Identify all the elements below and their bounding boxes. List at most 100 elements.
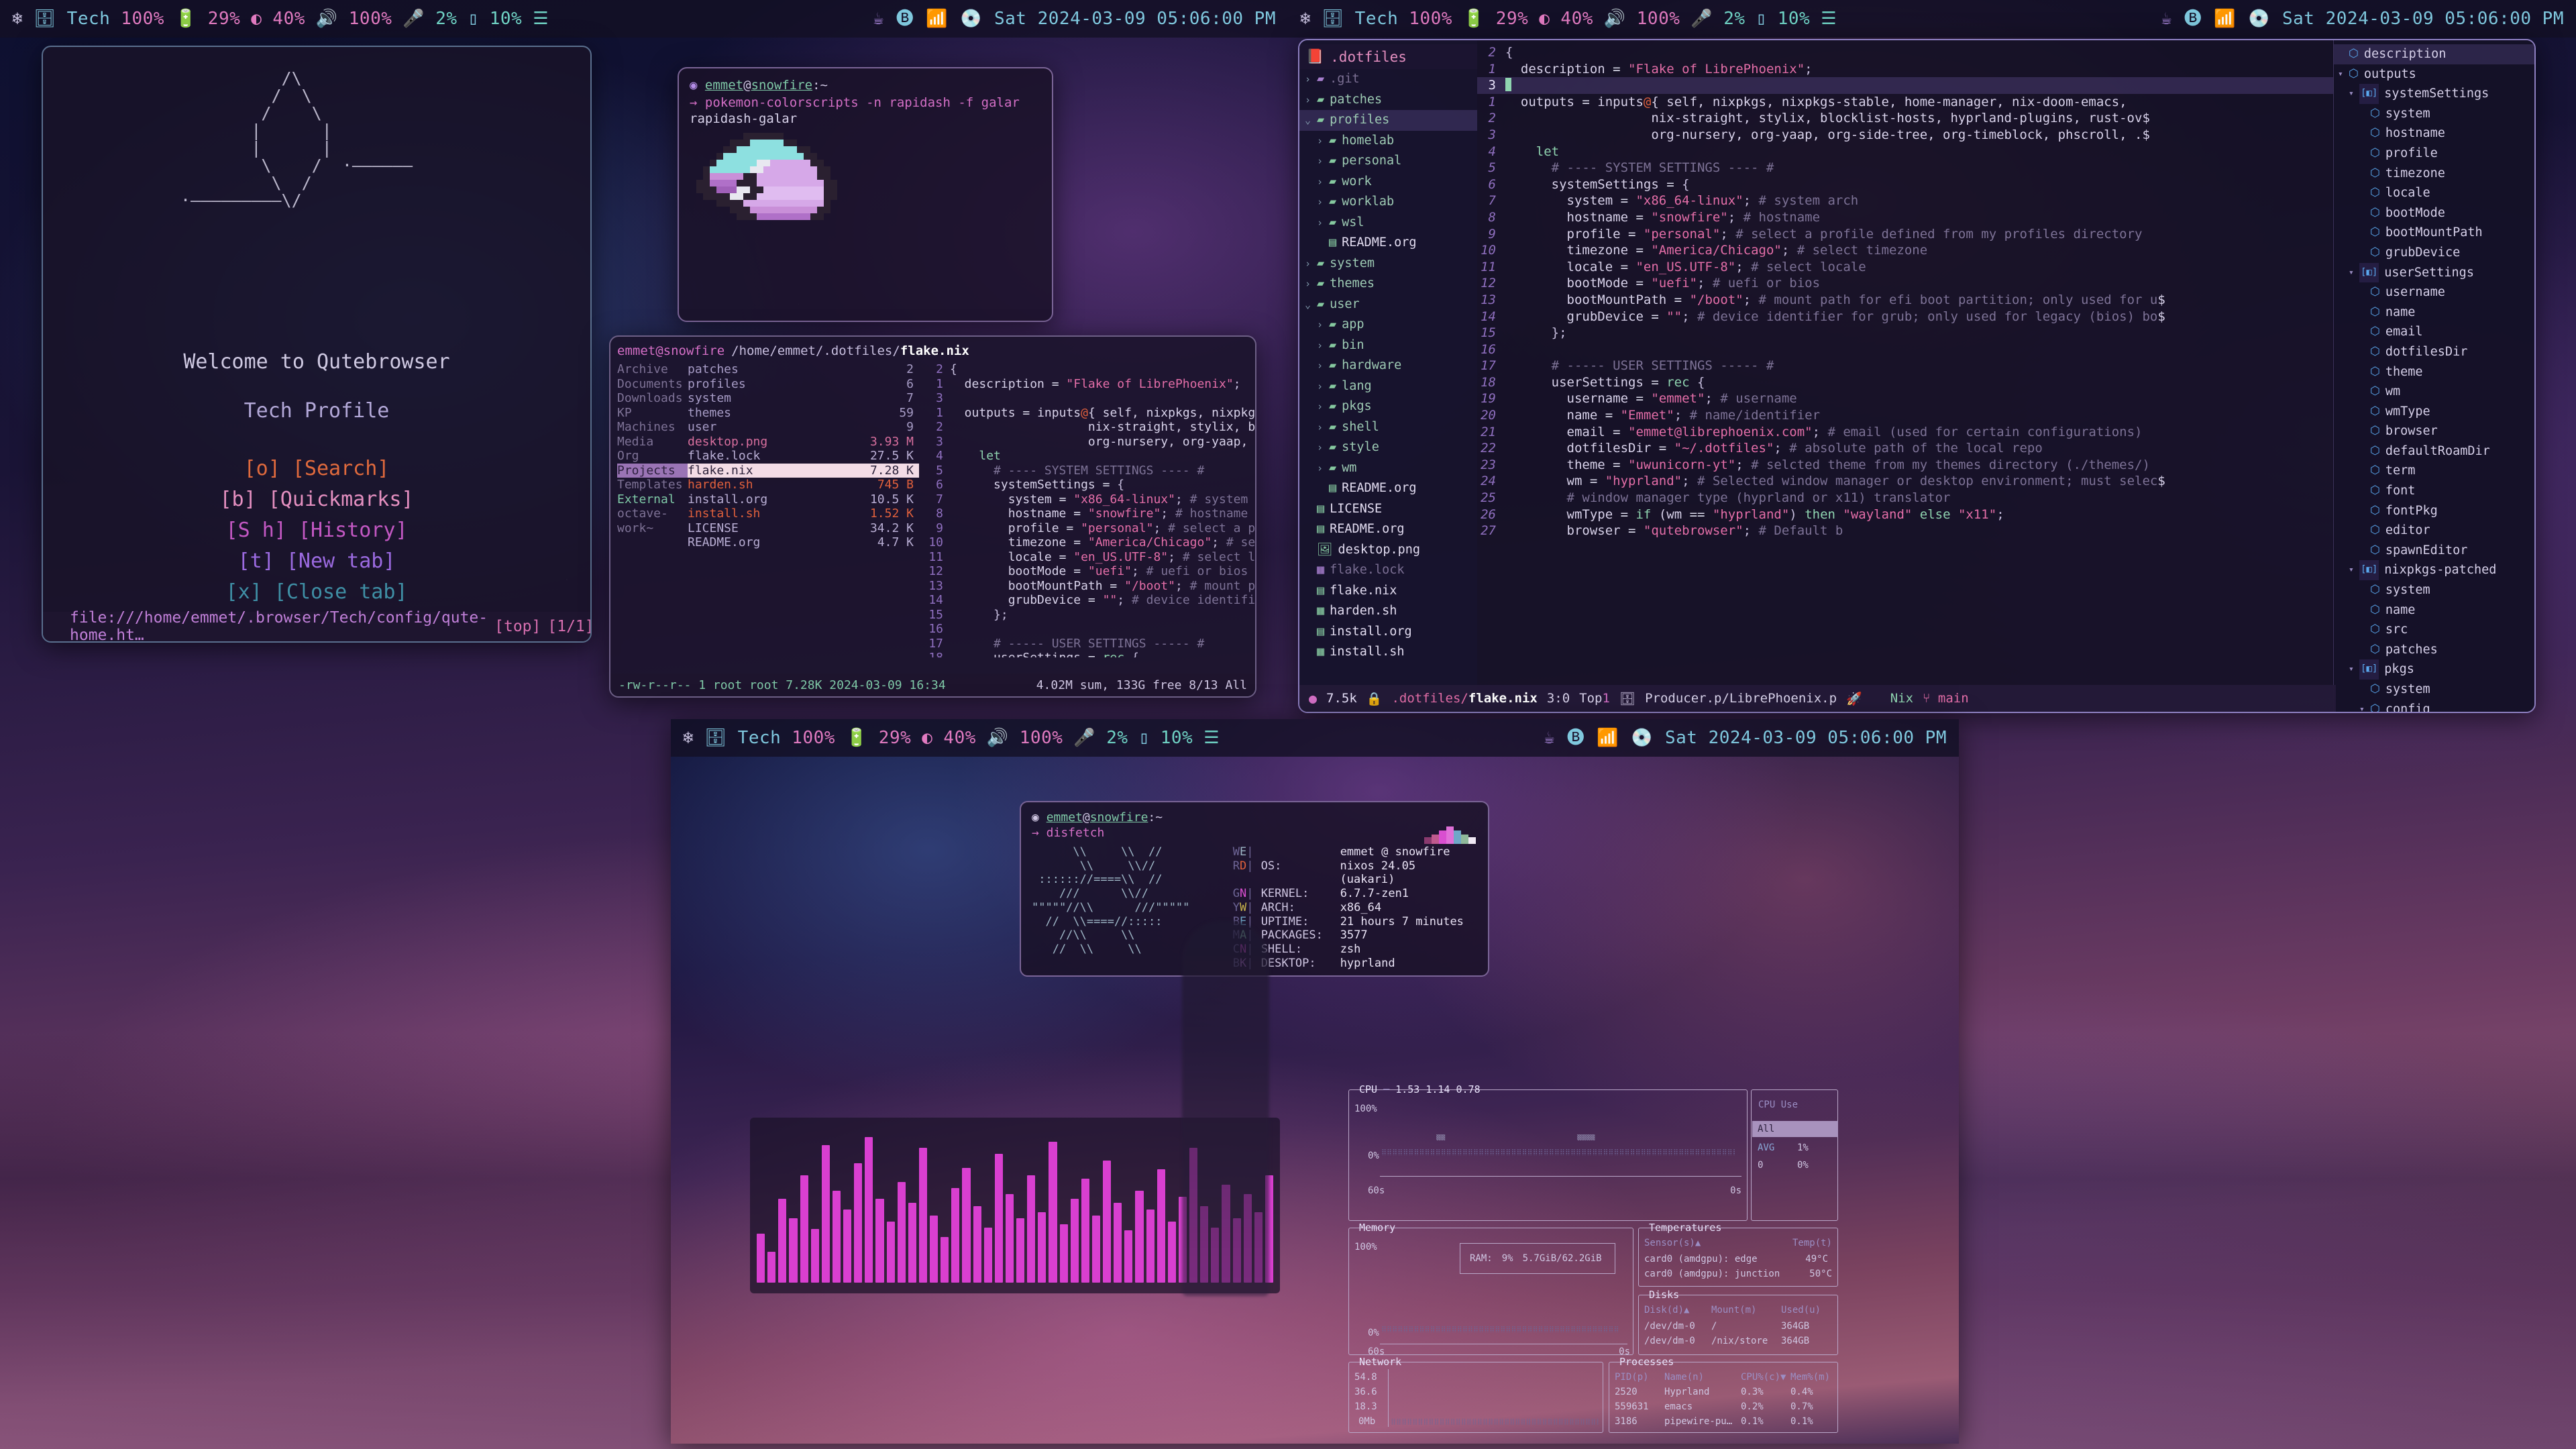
proc-header-pid[interactable]: PID(p) xyxy=(1615,1372,1649,1383)
fm-parent-item[interactable]: Machines xyxy=(617,420,688,435)
chevron-down-icon[interactable]: ⌄ xyxy=(1305,110,1317,131)
code-line[interactable]: 18 userSettings = rec { xyxy=(1477,374,2333,391)
chevron-right-icon[interactable]: › xyxy=(1317,335,1329,356)
code-line[interactable]: 4 let xyxy=(1477,144,2333,160)
fm-parent-item[interactable]: Templates xyxy=(617,478,688,492)
disks-header-mount[interactable]: Mount(m) xyxy=(1711,1305,1756,1316)
code-line[interactable]: 5 # ---- SYSTEM SETTINGS ---- # xyxy=(1477,160,2333,176)
bluetooth-icon[interactable]: 🅑 xyxy=(896,10,914,28)
outline-item[interactable]: ⬡ editor xyxy=(2334,521,2534,541)
fm-entry-row[interactable]: patches 2 xyxy=(688,362,919,377)
outline-item[interactable]: ⬡ system xyxy=(2334,680,2534,700)
outline-item[interactable]: ⬡ src xyxy=(2334,620,2534,640)
chevron-right-icon[interactable]: › xyxy=(1317,315,1329,335)
file-tree-item[interactable]: › ▰ personal xyxy=(1299,151,1477,172)
disks-header-used[interactable]: Used(u) xyxy=(1781,1305,1821,1316)
disc-icon[interactable]: 💿 xyxy=(960,10,982,28)
outline-item[interactable]: ▾ [◧] userSettings xyxy=(2334,262,2534,283)
pokemon-terminal-window[interactable]: ◉ emmet@snowfire:~ → pokemon-colorscript… xyxy=(678,67,1053,322)
fm-current-column[interactable]: patches 2 profiles 6 system 7 themes 59 user 9 des… xyxy=(688,362,919,657)
file-tree-item[interactable]: ▤ README.org xyxy=(1299,233,1477,254)
link-quickmarks[interactable]: [b] [Quickmarks] xyxy=(43,484,590,515)
code-line[interactable]: 14 grubDevice = ""; # device identifier … xyxy=(1477,309,2333,325)
workspace-label-2[interactable]: Tech xyxy=(1355,9,1399,29)
file-tree-item[interactable]: › ▰ pkgs xyxy=(1299,396,1477,417)
coffee-icon[interactable]: ☕ xyxy=(873,10,884,28)
outline-item[interactable]: ⬡ username xyxy=(2334,282,2534,303)
chevron-right-icon[interactable]: › xyxy=(1317,356,1329,376)
code-line[interactable]: 11 locale = "en_US.UTF-8"; # select loca… xyxy=(1477,259,2333,276)
link-history[interactable]: [S h] [History] xyxy=(43,515,590,546)
code-editor[interactable]: 2{1 description = "Flake of LibrePhoenix… xyxy=(1477,40,2333,712)
outline-item[interactable]: ▾ ⬡ config xyxy=(2334,700,2534,712)
fm-entry-row[interactable]: README.org 4.7 K xyxy=(688,535,919,550)
file-tree-item[interactable]: ⌄ ▰ user xyxy=(1299,294,1477,315)
disks-header-disk[interactable]: Disk(d)▲ xyxy=(1644,1305,1689,1316)
code-line[interactable]: 1 description = "Flake of LibrePhoenix"; xyxy=(1477,61,2333,78)
chevron-right-icon[interactable]: › xyxy=(1317,396,1329,417)
fm-parent-item[interactable]: Downloads xyxy=(617,391,688,406)
code-line[interactable]: 21 email = "emmet@librephoenix.com"; # e… xyxy=(1477,424,2333,441)
code-line[interactable]: 13 bootMountPath = "/boot"; # mount path… xyxy=(1477,292,2333,309)
file-tree-item[interactable]: ▦ install.sh xyxy=(1299,642,1477,663)
chevron-down-icon[interactable]: ▾ xyxy=(2338,64,2349,85)
link-new-tab[interactable]: [t] [New tab] xyxy=(43,546,590,577)
git-branch[interactable]: ⑂ main xyxy=(1923,691,1969,706)
chevron-right-icon[interactable]: › xyxy=(1317,458,1329,479)
file-tree-item[interactable]: ▤ README.org xyxy=(1299,519,1477,540)
wifi-icon-2[interactable]: 📶 xyxy=(2214,10,2236,28)
file-tree-item[interactable]: › ▰ hardware xyxy=(1299,356,1477,376)
code-line[interactable]: 25 # window manager type (hyprland or x1… xyxy=(1477,490,2333,506)
microphone-icon[interactable]: 🎤 xyxy=(402,10,425,28)
fm-parent-item[interactable]: Org xyxy=(617,449,688,464)
microphone-icon-2[interactable]: 🎤 xyxy=(1690,10,1713,28)
code-line[interactable]: 9 profile = "personal"; # select a profi… xyxy=(1477,226,2333,243)
bluetooth-icon-2[interactable]: 🅑 xyxy=(2184,10,2202,28)
chevron-right-icon[interactable]: › xyxy=(1305,274,1317,294)
menu-icon-2[interactable]: ☰ xyxy=(1821,10,1837,28)
fm-entry-row[interactable]: desktop.png 3.93 M xyxy=(688,435,919,449)
nix-snowflake-icon-3[interactable]: ❄ xyxy=(683,729,694,747)
link-close-tab[interactable]: [x] [Close tab] xyxy=(43,577,590,608)
outline-item[interactable]: ⬡ defaultRoamDir xyxy=(2334,441,2534,462)
link-search[interactable]: [o] [Search] xyxy=(43,453,590,484)
chevron-right-icon[interactable]: › xyxy=(1317,151,1329,172)
outline-item[interactable]: ⬡ term xyxy=(2334,461,2534,481)
nix-snowflake-icon-2[interactable]: ❄ xyxy=(1300,10,1311,28)
proc-row-1-name[interactable]: emacs xyxy=(1664,1401,1693,1412)
code-line[interactable]: 1 outputs = inputs@{ self, nixpkgs, nixp… xyxy=(1477,94,2333,111)
fm-parent-item[interactable]: Documents xyxy=(617,377,688,392)
chevron-right-icon[interactable]: › xyxy=(1317,437,1329,458)
file-tree-item[interactable]: › ▰ work xyxy=(1299,172,1477,193)
chevron-right-icon[interactable]: › xyxy=(1305,69,1317,90)
code-line[interactable]: 3 xyxy=(1477,77,2333,94)
code-line[interactable]: 23 theme = "uwunicorn-yt"; # selcted the… xyxy=(1477,457,2333,474)
proc-header-name[interactable]: Name(n) xyxy=(1664,1372,1704,1383)
code-line[interactable]: 19 username = "emmet"; # username xyxy=(1477,390,2333,407)
chevron-down-icon[interactable]: ▾ xyxy=(2349,263,2359,283)
file-tree-item[interactable]: 🖼 desktop.png xyxy=(1299,540,1477,561)
outline-item[interactable]: ⬡ name xyxy=(2334,600,2534,621)
workspace-icon-3[interactable]: 🗄 xyxy=(704,729,727,747)
outline-item[interactable]: ▾ [◧] systemSettings xyxy=(2334,84,2534,104)
file-tree-item[interactable]: › ▰ app xyxy=(1299,315,1477,335)
outline-item[interactable]: ⬡ browser xyxy=(2334,421,2534,441)
code-line[interactable]: 16 xyxy=(1477,341,2333,358)
outline-item[interactable]: ⬡ system xyxy=(2334,580,2534,600)
outline-item[interactable]: ⬡ font xyxy=(2334,481,2534,501)
brightness-icon[interactable]: ◐ xyxy=(251,10,262,28)
proc-header-cpu[interactable]: CPU%(c)▼ xyxy=(1741,1372,1786,1383)
wifi-icon-3[interactable]: 📶 xyxy=(1597,729,1619,747)
menu-icon[interactable]: ☰ xyxy=(533,10,549,28)
workspace-label[interactable]: Tech xyxy=(67,9,111,29)
workspace-icon-2[interactable]: 🗄 xyxy=(1322,10,1344,28)
outline-item[interactable]: ⬡ name xyxy=(2334,303,2534,323)
file-tree-item[interactable]: › ▰ themes xyxy=(1299,274,1477,294)
volume-icon-2[interactable]: 🔊 xyxy=(1604,10,1626,28)
file-tree-item[interactable]: › ▰ system xyxy=(1299,254,1477,274)
file-tree-item[interactable]: › ▰ shell xyxy=(1299,417,1477,438)
workspace-icon[interactable]: 🗄 xyxy=(34,10,56,28)
fm-parent-column[interactable]: Archive Documents Downloads KP Machines Media… xyxy=(610,362,688,657)
file-tree-item[interactable]: › ▰ lang xyxy=(1299,376,1477,397)
outline-item[interactable]: ⬡ timezone xyxy=(2334,164,2534,184)
